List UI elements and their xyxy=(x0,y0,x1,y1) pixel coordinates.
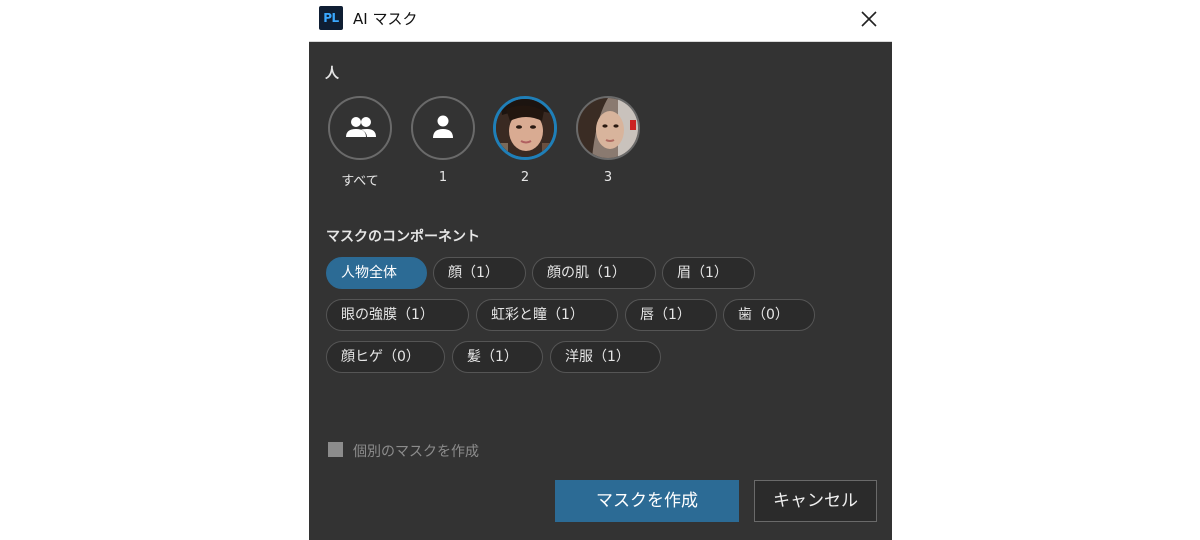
chip-iris-pupil[interactable]: 虹彩と瞳（1） xyxy=(476,299,618,331)
person-icon xyxy=(433,115,453,138)
title-bar: PL AI マスク xyxy=(309,0,892,42)
avatar xyxy=(328,96,392,160)
person-1[interactable]: 1 xyxy=(408,96,478,185)
person-label: 3 xyxy=(603,170,613,185)
chip-eyebrows[interactable]: 眉（1） xyxy=(662,257,755,289)
person-2[interactable]: 2 xyxy=(490,96,560,185)
chip-clothes[interactable]: 洋服（1） xyxy=(550,341,661,373)
person-all[interactable]: すべて xyxy=(325,96,395,189)
ai-mask-dialog: PL AI マスク 人 すべて 1 2 3 マスクのコンポーネント 人物全体 顔… xyxy=(309,0,892,540)
chip-face-skin[interactable]: 顔の肌（1） xyxy=(532,257,656,289)
person-label: すべて xyxy=(341,174,379,189)
avatar-face-photo xyxy=(493,96,557,160)
person-label: 1 xyxy=(438,170,448,185)
cancel-button[interactable]: キャンセル xyxy=(754,480,877,522)
chip-face[interactable]: 顔（1） xyxy=(433,257,526,289)
people-group-icon xyxy=(346,117,376,137)
chip-teeth[interactable]: 歯（0） xyxy=(723,299,815,331)
components-section-label: マスクのコンポーネント xyxy=(326,229,480,245)
close-button[interactable] xyxy=(852,2,886,36)
chip-facial-hair[interactable]: 顔ヒゲ（0） xyxy=(326,341,445,373)
chip-eye-sclera[interactable]: 眼の強膜（1） xyxy=(326,299,469,331)
avatar-face-photo xyxy=(576,96,640,160)
close-icon xyxy=(861,11,877,27)
create-mask-button[interactable]: マスクを作成 xyxy=(555,480,739,522)
chip-hair[interactable]: 髪（1） xyxy=(452,341,543,373)
people-section-label: 人 xyxy=(325,66,339,82)
chip-whole-person[interactable]: 人物全体 xyxy=(326,257,427,289)
individual-masks-checkbox[interactable] xyxy=(328,442,343,457)
chip-lips[interactable]: 唇（1） xyxy=(625,299,717,331)
avatar xyxy=(411,96,475,160)
person-3[interactable]: 3 xyxy=(573,96,643,185)
person-label: 2 xyxy=(520,170,530,185)
window-title: AI マスク xyxy=(353,10,418,28)
app-logo: PL xyxy=(319,6,343,30)
individual-masks-label: 個別のマスクを作成 xyxy=(353,444,479,460)
